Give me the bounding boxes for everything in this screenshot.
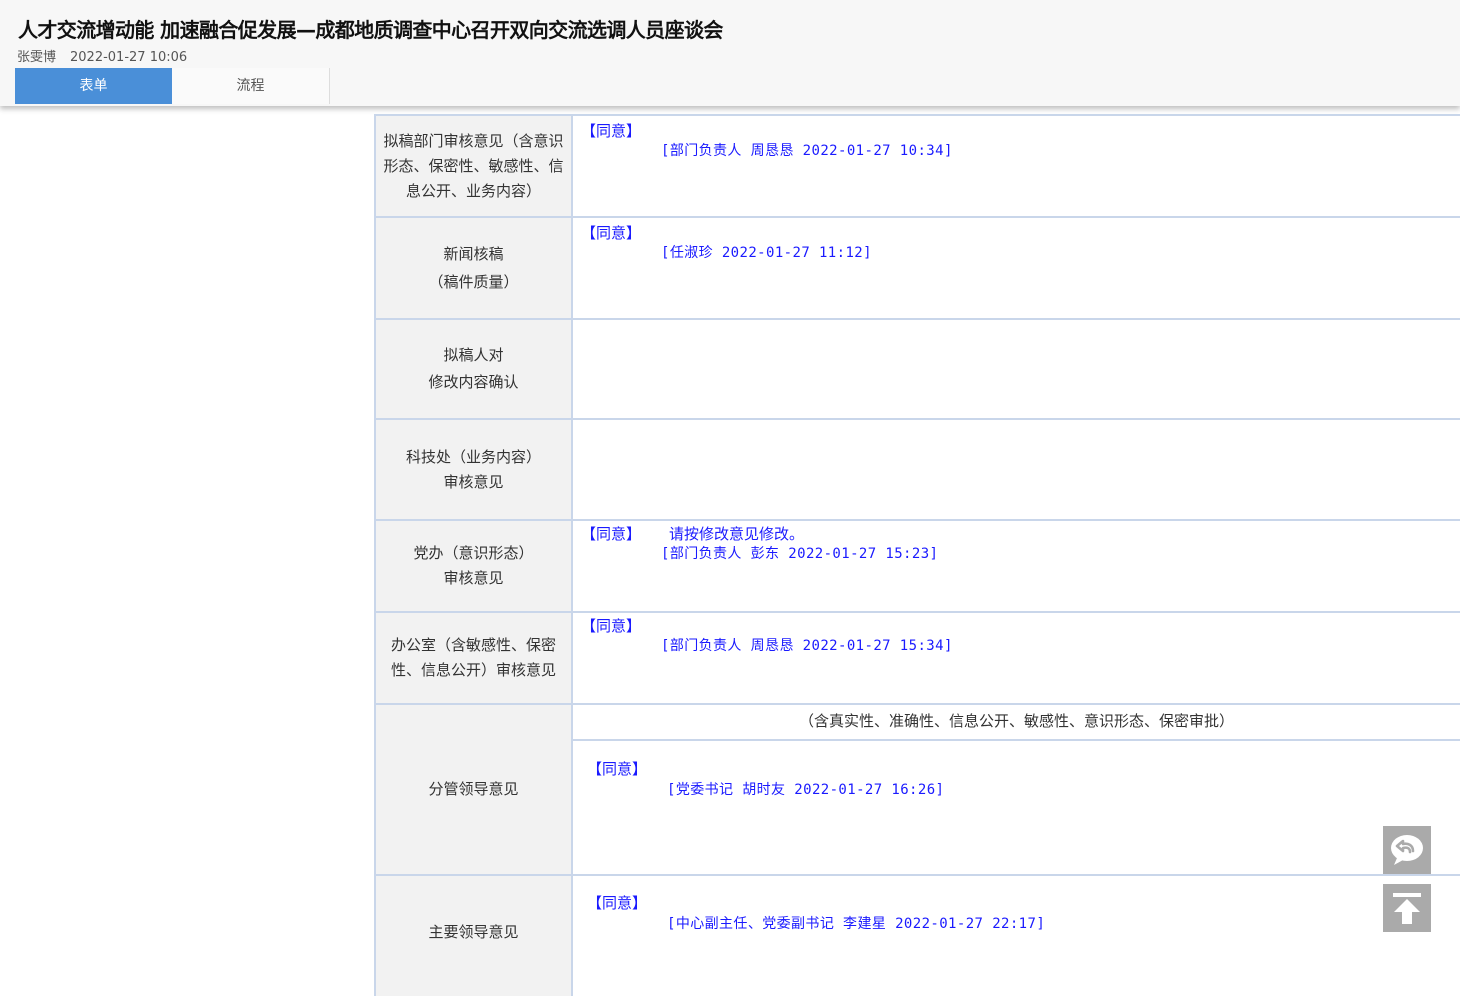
doc-meta: 张雯博 2022-01-27 10:06 bbox=[17, 46, 187, 65]
back-to-top-icon bbox=[1393, 893, 1421, 924]
row-value bbox=[573, 420, 1460, 519]
approval-row-party-office: 党办（意识形态） 审核意见 【同意】 请按修改意见修改。 [部门负责人 彭东 2… bbox=[374, 521, 1460, 613]
approval-row-news-review: 新闻核稿 （稿件质量） 【同意】 [任淑珍 2022-01-27 11:12] bbox=[374, 218, 1460, 320]
signature: [党委书记 胡时友 2022-01-27 16:26] bbox=[667, 782, 945, 798]
row-label-line2: （稿件质量） bbox=[428, 273, 519, 291]
agree-mark: 【同意】 bbox=[587, 894, 648, 912]
row-value: 【同意】 [部门负责人 周恳恳 2022-01-27 15:34] bbox=[573, 613, 1460, 703]
row-label-line1: 科技处（业务内容） bbox=[405, 447, 541, 466]
comment-bubble-icon bbox=[1391, 835, 1423, 865]
comment-button[interactable] bbox=[1383, 826, 1431, 874]
tab-bar: 表单 流程 bbox=[15, 68, 330, 104]
agree-mark: 【同意】 bbox=[587, 760, 648, 778]
approval-row-deputy-leader: 分管领导意见 （含真实性、准确性、信息公开、敏感性、意识形态、保密审批） 【同意… bbox=[374, 705, 1460, 876]
row-value: 【同意】 [任淑珍 2022-01-27 11:12] bbox=[573, 218, 1460, 318]
signature: [部门负责人 彭东 2022-01-27 15:23] bbox=[661, 546, 939, 562]
review-comment: 请按修改意见修改。 bbox=[669, 525, 805, 543]
row-label: 分管领导意见 bbox=[374, 705, 573, 874]
approval-row-drafting-dept: 拟稿部门审核意见（含意识形态、保密性、敏感性、信息公开、业务内容） 【同意】 [… bbox=[374, 114, 1460, 218]
row-label: 拟稿人对 修改内容确认 bbox=[374, 320, 573, 418]
row-label: 拟稿部门审核意见（含意识形态、保密性、敏感性、信息公开、业务内容） bbox=[374, 116, 573, 216]
row-value bbox=[573, 320, 1460, 418]
approval-scope-note: （含真实性、准确性、信息公开、敏感性、意识形态、保密审批） bbox=[573, 705, 1460, 741]
tab-workflow[interactable]: 流程 bbox=[172, 68, 330, 104]
row-label-line1: 拟稿人对 bbox=[443, 346, 504, 364]
row-value: （含真实性、准确性、信息公开、敏感性、意识形态、保密审批） 【同意】 [党委书记… bbox=[573, 705, 1460, 874]
row-value: 【同意】 [中心副主任、党委副书记 李建星 2022-01-27 22:17] bbox=[573, 876, 1460, 996]
signature: [任淑珍 2022-01-27 11:12] bbox=[661, 245, 872, 261]
row-label: 办公室（含敏感性、保密性、信息公开）审核意见 bbox=[374, 613, 573, 703]
approval-row-tech-dept: 科技处（业务内容） 审核意见 bbox=[374, 420, 1460, 521]
approval-row-chief-leader: 主要领导意见 【同意】 [中心副主任、党委副书记 李建星 2022-01-27 … bbox=[374, 876, 1460, 996]
signature: [中心副主任、党委副书记 李建星 2022-01-27 22:17] bbox=[667, 916, 1046, 932]
signature: [部门负责人 周恳恳 2022-01-27 15:34] bbox=[661, 638, 953, 654]
row-label: 新闻核稿 （稿件质量） bbox=[374, 218, 573, 318]
row-label-line1: 新闻核稿 bbox=[443, 245, 504, 263]
page-header: 人才交流增动能 加速融合促发展—成都地质调查中心召开双向交流选调人员座谈会 张雯… bbox=[0, 0, 1460, 106]
agree-mark: 【同意】 bbox=[581, 122, 642, 140]
agree-mark: 【同意】 bbox=[581, 525, 642, 543]
tab-form[interactable]: 表单 bbox=[15, 68, 172, 104]
row-label-text: 主要领导意见 bbox=[428, 923, 519, 941]
agree-mark: 【同意】 bbox=[581, 617, 642, 635]
row-label: 科技处（业务内容） 审核意见 bbox=[374, 420, 573, 519]
row-label: 党办（意识形态） 审核意见 bbox=[374, 521, 573, 611]
page-title: 人才交流增动能 加速融合促发展—成都地质调查中心召开双向交流选调人员座谈会 bbox=[18, 18, 723, 42]
approval-row-drafter-confirm: 拟稿人对 修改内容确认 bbox=[374, 320, 1460, 420]
author-name: 张雯博 bbox=[17, 50, 57, 65]
approval-row-general-office: 办公室（含敏感性、保密性、信息公开）审核意见 【同意】 [部门负责人 周恳恳 2… bbox=[374, 613, 1460, 705]
row-label-line2: 修改内容确认 bbox=[428, 373, 519, 391]
created-datetime: 2022-01-27 10:06 bbox=[70, 50, 188, 65]
row-label-line2: 审核意见 bbox=[443, 472, 504, 491]
row-label-line2: 审核意见 bbox=[443, 569, 504, 587]
signature: [部门负责人 周恳恳 2022-01-27 10:34] bbox=[661, 143, 953, 159]
row-label: 主要领导意见 bbox=[374, 876, 573, 996]
agree-mark: 【同意】 bbox=[581, 224, 642, 242]
row-value: 【同意】 请按修改意见修改。 [部门负责人 彭东 2022-01-27 15:2… bbox=[573, 521, 1460, 611]
back-to-top-button[interactable] bbox=[1383, 884, 1431, 932]
row-value: 【同意】 [部门负责人 周恳恳 2022-01-27 10:34] bbox=[573, 116, 1460, 216]
row-label-line1: 党办（意识形态） bbox=[413, 544, 534, 562]
